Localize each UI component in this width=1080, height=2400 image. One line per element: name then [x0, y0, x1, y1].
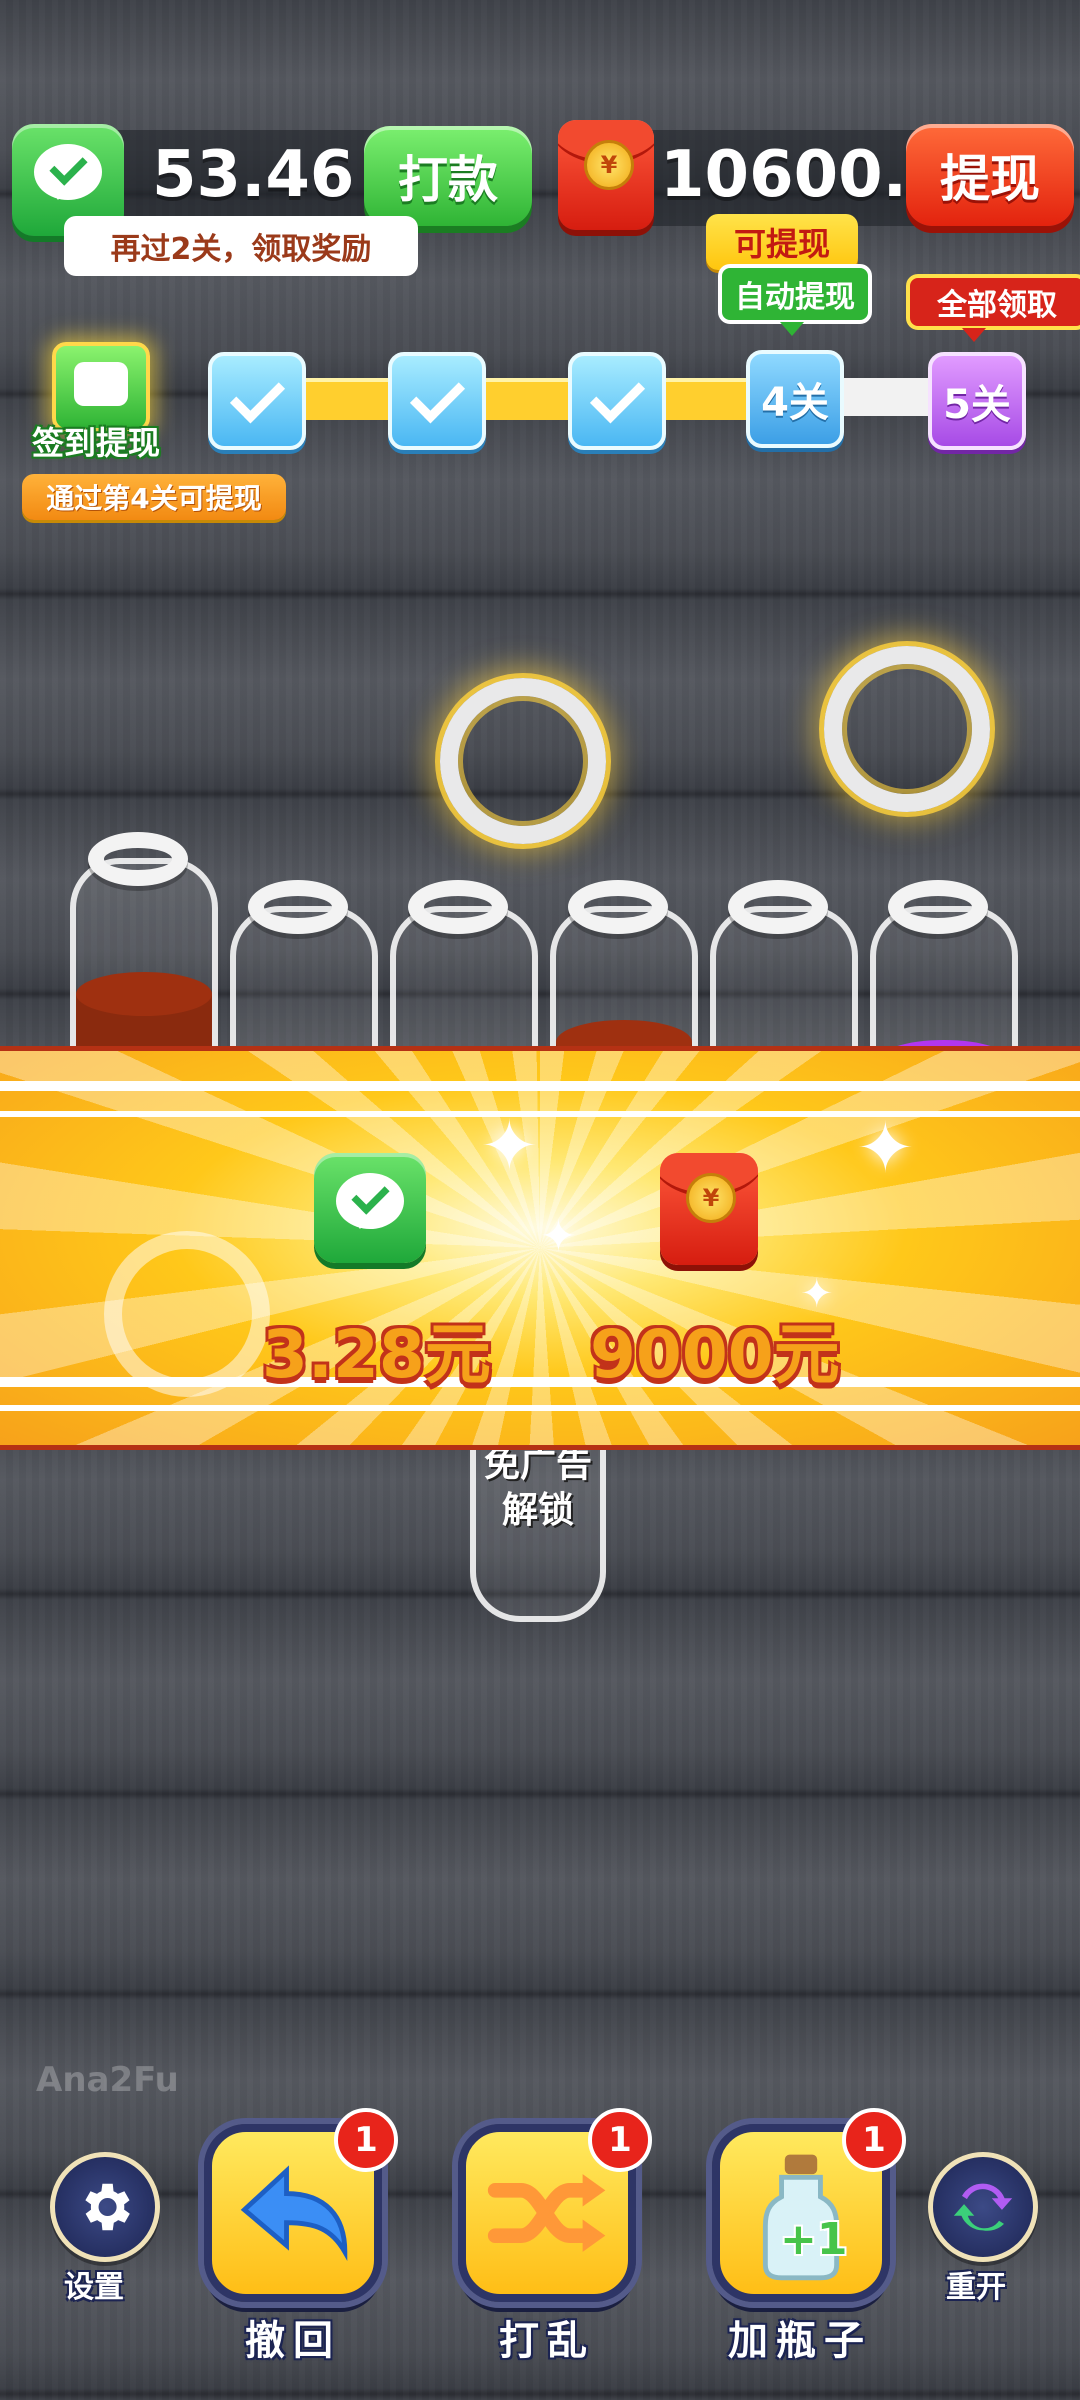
add-bottle-label: 加瓶子 — [728, 2318, 872, 2364]
progress-track-filled — [240, 378, 760, 420]
auto-withdraw-tag: 自动提现 — [718, 264, 872, 324]
undo-label: 撤回 — [245, 2318, 341, 2364]
reward-redpack-amount: 9000元 — [590, 1316, 840, 1393]
bottle-cap — [248, 880, 348, 934]
bottle-cap — [408, 880, 508, 934]
level-step-2 — [388, 352, 486, 450]
reward-wechat-amount: 3.28元 — [262, 1316, 491, 1393]
add-bottle-icon-text: +1 — [780, 2214, 848, 2265]
restart-button[interactable] — [928, 2152, 1038, 2262]
level-step-5[interactable]: 5关 — [928, 352, 1026, 450]
sparkle-icon: ✦ — [856, 1107, 915, 1189]
signin-tip: 通过第4关可提现 — [22, 474, 286, 520]
sparkle-icon: ✦ — [480, 1105, 539, 1187]
bottle-cap — [888, 880, 988, 934]
level-step-4[interactable]: 4关 — [746, 350, 844, 448]
reward-red-envelope-icon: ¥ — [660, 1153, 758, 1265]
settings-label: 设置 — [64, 2270, 124, 2305]
undo-count-badge: 1 — [334, 2108, 398, 2172]
banner-ring — [104, 1231, 270, 1397]
withdrawable-tag: 可提现 — [706, 214, 858, 270]
wechat-balance: 53.46 — [152, 138, 355, 212]
reward-wechat-icon — [314, 1153, 426, 1263]
restart-icon — [953, 2183, 1013, 2231]
signin-label[interactable]: 签到提现 — [32, 418, 160, 464]
sparkle-icon: ✦ — [540, 1211, 577, 1262]
reward-banner: ✦ ✦ ✦ ✦ 3.28元 ¥ 9000元 — [0, 1046, 1080, 1450]
locked-bottle-label: 免广告 解锁 — [483, 1444, 592, 1531]
pay-button[interactable]: 打款 — [364, 126, 532, 226]
add-bottle-count-badge: 1 — [842, 2108, 906, 2172]
shuffle-label: 打乱 — [499, 2318, 595, 2364]
check-icon — [589, 367, 645, 423]
level-step-3 — [568, 352, 666, 450]
bottle-cap — [728, 880, 828, 934]
gear-icon — [85, 2183, 130, 2231]
check-icon — [409, 367, 465, 423]
check-icon — [229, 367, 285, 423]
bottle-cap — [88, 832, 188, 886]
next-reward-tip: 再过2关，领取奖励 — [64, 216, 418, 276]
red-envelope-icon: ¥ — [558, 120, 654, 230]
watermark: Ana2Fu — [36, 2060, 179, 2100]
restart-label: 重开 — [946, 2270, 1006, 2305]
claim-all-tag[interactable]: 全部领取 — [906, 274, 1080, 330]
level-step-1 — [208, 352, 306, 450]
bottle-cap — [568, 880, 668, 934]
shuffle-count-badge: 1 — [588, 2108, 652, 2172]
floating-ring[interactable] — [440, 678, 606, 844]
floating-ring[interactable] — [824, 646, 990, 812]
settings-button[interactable] — [50, 2152, 160, 2262]
withdraw-button[interactable]: 提现 — [906, 124, 1074, 226]
